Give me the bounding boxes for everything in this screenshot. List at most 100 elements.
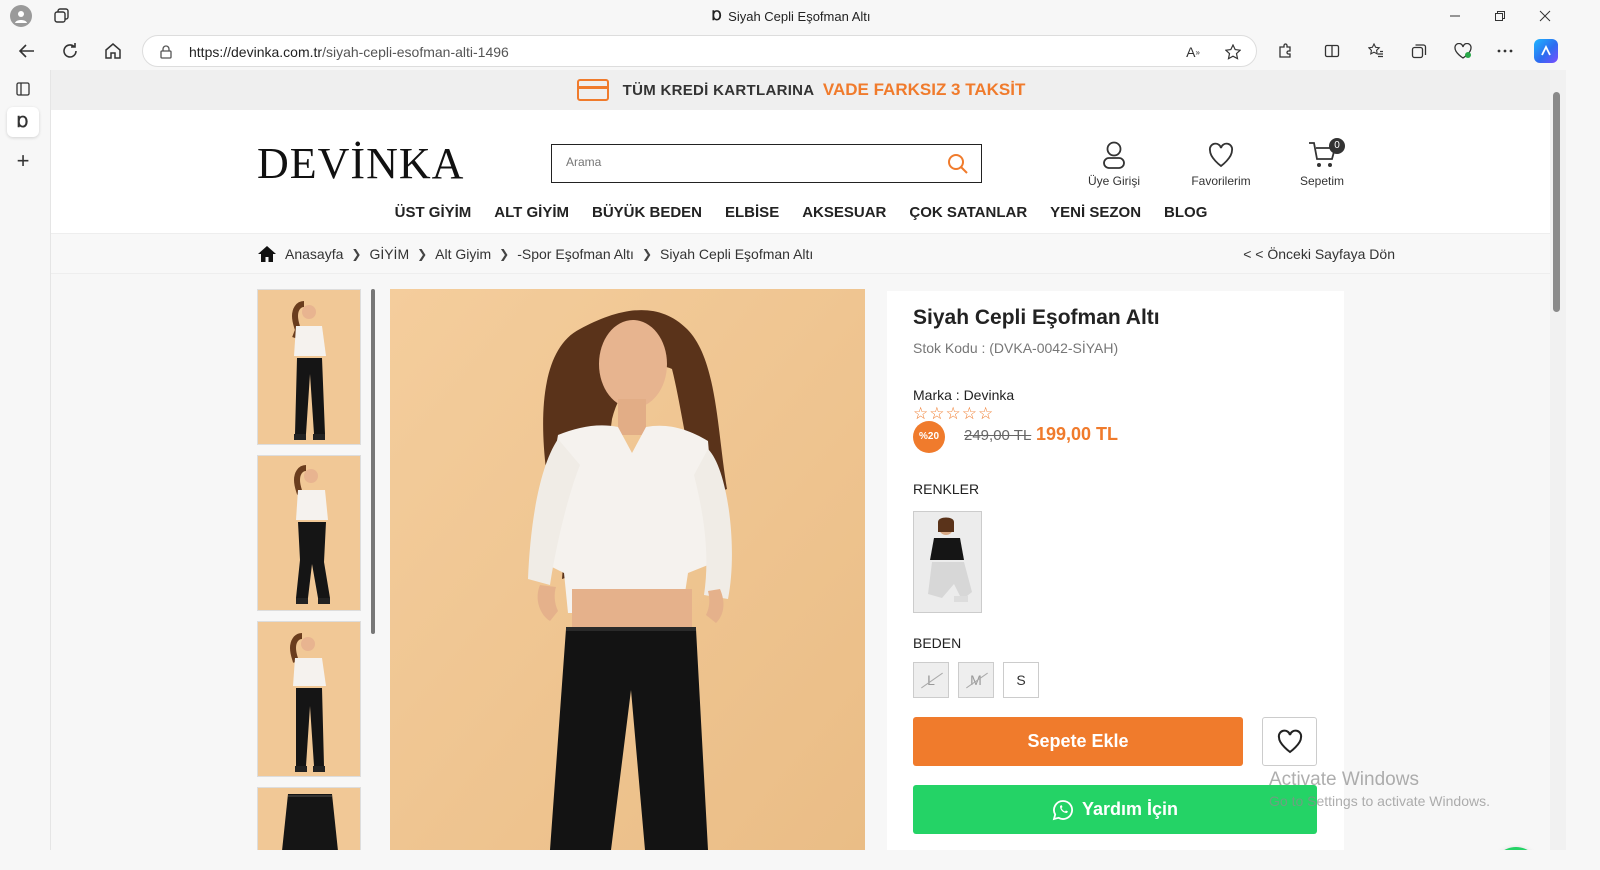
model-photo (390, 289, 865, 850)
breadcrumb-home[interactable]: Anasayfa (285, 246, 343, 262)
thumbnail-scrollbar[interactable] (371, 289, 375, 634)
profile-icon[interactable] (10, 5, 32, 27)
model-photo (258, 622, 360, 776)
page-scrollbar-thumb[interactable] (1553, 92, 1560, 312)
address-bar[interactable]: https://devinka.com.tr/siyah-cepli-esofm… (142, 35, 1257, 67)
brand-label: Marka : Devinka (913, 387, 1015, 403)
nav-item-yeni-sezon[interactable]: YENİ SEZON (1050, 204, 1141, 234)
new-tab-icon[interactable]: + (13, 148, 33, 173)
help-button-label: Yardım İçin (1081, 799, 1179, 819)
vertical-tabs-sidebar: Ɒ + (0, 70, 50, 870)
browser-title-bar: Ɒ Siyah Cepli Eşofman Altı (0, 0, 1600, 32)
current-price: 199,00 TL (1036, 424, 1119, 444)
favorite-star-icon[interactable] (1223, 42, 1243, 62)
favorites-button[interactable]: Favorilerim (1176, 140, 1266, 188)
cart-label: Sepetim (1299, 174, 1345, 188)
more-icon[interactable] (1494, 40, 1516, 62)
activate-windows-title: Activate Windows (1269, 769, 1419, 790)
window-title-text: Siyah Cepli Eşofman Altı (728, 8, 871, 24)
chevron-right-icon: ❯ (351, 247, 362, 261)
product-info-panel: Siyah Cepli Eşofman Altı Stok Kodu : (DV… (887, 291, 1344, 850)
browser-essentials-icon[interactable] (1452, 40, 1474, 62)
search-icon[interactable] (947, 153, 969, 175)
restore-icon[interactable] (1485, 6, 1515, 26)
tab-actions-icon[interactable] (13, 79, 33, 99)
nav-item-ust-giyim[interactable]: ÜST GİYİM (395, 204, 472, 234)
back-icon[interactable] (14, 38, 40, 64)
size-option-label: M (970, 672, 982, 688)
stock-code: Stok Kodu : (DVKA-0042-SİYAH) (913, 340, 1119, 356)
breadcrumb-giyim[interactable]: GİYİM (369, 246, 409, 262)
size-option-s[interactable]: S (1003, 662, 1039, 698)
url-domain: https://devinka.com.tr (189, 44, 323, 60)
home-icon[interactable] (100, 38, 126, 64)
star-icon[interactable]: ☆ (962, 404, 978, 423)
url-path: /siyah-cepli-esofman-alti-1496 (322, 44, 509, 60)
nav-item-cok-satanlar[interactable]: ÇOK SATANLAR (909, 204, 1027, 234)
collections-icon[interactable] (1408, 40, 1430, 62)
heart-icon (1277, 729, 1302, 753)
size-label: BEDEN (913, 635, 962, 651)
add-to-cart-button[interactable]: Sepete Ekle (913, 717, 1243, 766)
site-favicon-icon: Ɒ (712, 8, 723, 23)
nav-item-alt-giyim[interactable]: ALT GİYİM (494, 204, 569, 234)
refresh-icon[interactable] (57, 38, 83, 64)
split-screen-icon[interactable] (1321, 40, 1343, 62)
old-price: 249,00 TL (964, 427, 1032, 444)
site-logo[interactable]: DEVİNKA (257, 138, 464, 189)
workspaces-icon[interactable] (52, 6, 72, 26)
promo-text: TÜM KREDİ KARTLARINA (622, 82, 815, 99)
star-icon[interactable]: ☆ (978, 404, 994, 423)
breadcrumb-spor-esofman[interactable]: -Spor Eşofman Altı (517, 246, 634, 262)
colors-label: RENKLER (913, 481, 980, 497)
url-text[interactable]: https://devinka.com.tr/siyah-cepli-esofm… (189, 44, 509, 60)
account-label: Üye Girişi (1087, 174, 1140, 188)
model-photo (258, 456, 360, 610)
copilot-icon[interactable] (1534, 39, 1558, 63)
home-icon[interactable] (257, 245, 277, 263)
cart-button[interactable]: Sepetim (1277, 140, 1367, 188)
nav-item-elbise[interactable]: ELBİSE (725, 204, 779, 234)
close-icon[interactable] (1530, 6, 1560, 26)
search-box[interactable] (551, 144, 982, 183)
whatsapp-icon (1052, 799, 1073, 820)
discount-badge: %20 (913, 421, 945, 453)
chevron-right-icon: ❯ (417, 247, 428, 261)
breadcrumb-current: Siyah Cepli Eşofman Altı (660, 246, 814, 262)
read-aloud-icon[interactable]: A» (1183, 42, 1203, 62)
model-photo (258, 788, 360, 850)
product-thumbnail[interactable] (257, 787, 361, 850)
chevron-right-icon: ❯ (641, 247, 653, 261)
credit-card-icon (576, 79, 609, 101)
whatsapp-help-button[interactable]: Yardım İçin (913, 785, 1317, 834)
nav-item-aksesuar[interactable]: AKSESUAR (802, 204, 886, 234)
star-icon[interactable]: ☆ (946, 404, 962, 423)
minimize-icon[interactable] (1440, 6, 1470, 26)
product-main-image[interactable] (390, 289, 865, 850)
lock-icon[interactable] (157, 43, 175, 61)
tab-devinka[interactable]: Ɒ (7, 107, 39, 137)
favorites-icon[interactable] (1365, 40, 1387, 62)
activate-windows-subtitle: Go to Settings to activate Windows. (1269, 793, 1490, 809)
size-option-m[interactable]: M (958, 662, 994, 698)
promo-banner[interactable]: TÜM KREDİ KARTLARINA VADE FARKSIZ 3 TAKS… (51, 70, 1550, 110)
product-thumbnail[interactable] (257, 455, 361, 611)
product-thumbnail[interactable] (257, 289, 361, 445)
search-input[interactable] (566, 155, 926, 169)
breadcrumb-alt-giyim[interactable]: Alt Giyim (435, 246, 491, 262)
size-option-l[interactable]: L (913, 662, 949, 698)
breadcrumb-bar: Anasayfa ❯ GİYİM ❯ Alt Giyim ❯ -Spor Eşo… (51, 234, 1550, 274)
user-icon (1103, 141, 1125, 169)
model-photo (258, 290, 360, 444)
nav-item-blog[interactable]: BLOG (1164, 204, 1207, 234)
promo-highlight: VADE FARKSIZ 3 TAKSİT (822, 80, 1026, 99)
add-to-favorites-button[interactable] (1262, 717, 1317, 766)
account-button[interactable]: Üye Girişi (1069, 140, 1159, 188)
product-thumbnail[interactable] (257, 621, 361, 777)
star-icon[interactable]: ☆ (929, 404, 945, 423)
color-swatch[interactable] (913, 511, 982, 613)
heart-icon (1209, 142, 1233, 168)
back-link[interactable]: < < Önceki Sayfaya Dön (1243, 246, 1395, 262)
extensions-icon[interactable] (1274, 40, 1296, 62)
nav-item-buyuk-beden[interactable]: BÜYÜK BEDEN (592, 204, 702, 234)
